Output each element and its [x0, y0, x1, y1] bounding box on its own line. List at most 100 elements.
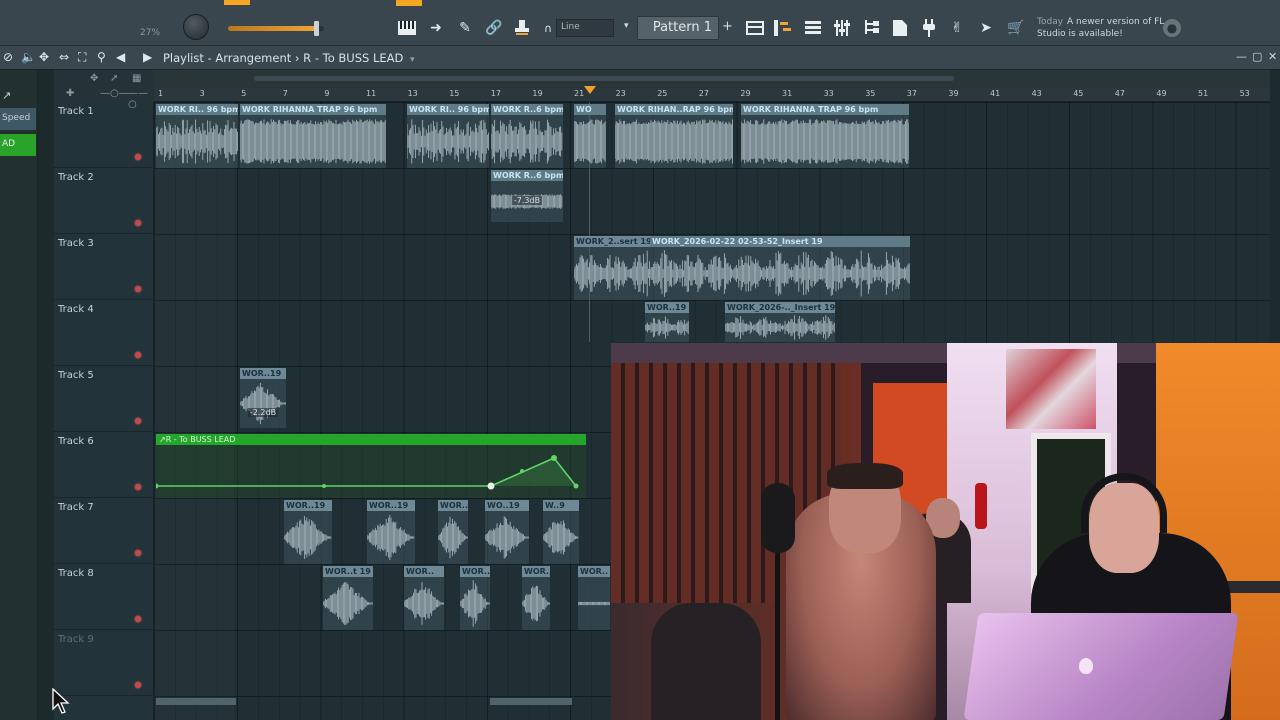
update-notice[interactable]: Today A newer version of FL Studio is ava…: [1037, 16, 1167, 40]
track-record-dot[interactable]: [135, 154, 141, 160]
add-track-icon[interactable]: ✚: [66, 88, 74, 99]
magnet-snap-icon[interactable]: ∩: [538, 18, 558, 38]
close-button[interactable]: ✕: [1268, 50, 1277, 63]
piano-keyboard-icon[interactable]: [397, 18, 417, 38]
playlist-icon[interactable]: [745, 18, 765, 38]
pattern-dropdown-arrow[interactable]: ▾: [624, 21, 629, 31]
scrollbar-thumb[interactable]: [254, 76, 954, 81]
clip-fragment[interactable]: [156, 698, 236, 705]
track-record-dot[interactable]: [135, 682, 141, 688]
audio-clip[interactable]: WO..19: [485, 500, 529, 564]
plugin-plug-icon[interactable]: [919, 18, 939, 38]
audio-clip[interactable]: WORK RIHANNA TRAP 96 bpm: [240, 104, 386, 168]
pencil-tool-icon[interactable]: ↗: [0, 84, 36, 106]
automation-point[interactable]: [573, 483, 579, 489]
track-header-8[interactable]: Track 8: [54, 564, 154, 630]
audio-clip[interactable]: W..9: [543, 500, 579, 564]
automation-point[interactable]: [551, 455, 557, 461]
audio-clip[interactable]: WOR..: [578, 566, 610, 630]
track-record-dot[interactable]: [135, 286, 141, 292]
track-record-dot[interactable]: [135, 220, 141, 226]
arrow-right-icon[interactable]: ➜: [426, 18, 446, 38]
audio-clip[interactable]: WORK R..6 bpm: [491, 104, 563, 168]
track-record-dot[interactable]: [135, 418, 141, 424]
horizontal-scrollbar[interactable]: [154, 70, 1270, 88]
automation-curve[interactable]: [156, 434, 586, 498]
audio-clip[interactable]: WORK R..6 bpm -7.3dB: [491, 170, 563, 222]
automation-point-selected[interactable]: [487, 482, 495, 490]
expand-icon[interactable]: ✥: [90, 73, 98, 84]
mute-icon[interactable]: 🔈: [21, 50, 36, 64]
track-record-dot[interactable]: [135, 352, 141, 358]
project-file-icon[interactable]: [890, 18, 910, 38]
audio-clip[interactable]: WORK RI.. 96 bpm: [407, 104, 489, 168]
audio-clip[interactable]: WOR..: [522, 566, 550, 630]
stamp-icon[interactable]: [512, 18, 532, 38]
audio-clip[interactable]: WOR..19 -2.2dB: [240, 368, 286, 428]
fullscreen-icon[interactable]: ⛶: [78, 50, 86, 65]
channel-rack-icon[interactable]: [803, 18, 823, 38]
pattern-selector[interactable]: Pattern 1: [637, 16, 719, 40]
audio-clip[interactable]: WOR..19: [438, 500, 468, 564]
picker-item-speed[interactable]: Speed: [0, 108, 36, 130]
send-arrow-icon[interactable]: ➤: [976, 18, 996, 38]
add-pattern-button[interactable]: +: [722, 19, 733, 34]
master-volume-thumb[interactable]: [314, 21, 319, 36]
audio-clip[interactable]: WORK_2026-.._Insert 19: [725, 302, 835, 342]
globe-icon[interactable]: ●: [1163, 19, 1181, 37]
link-icon[interactable]: 🔗: [484, 18, 504, 38]
track-header-7[interactable]: Track 7: [54, 498, 154, 564]
automation-point[interactable]: [156, 483, 159, 489]
audio-clip[interactable]: WOR..: [460, 566, 490, 630]
audio-clip[interactable]: WOR..: [404, 566, 444, 630]
audio-clip[interactable]: WO: [574, 104, 606, 168]
track-record-dot[interactable]: [135, 484, 141, 490]
move-icon[interactable]: ✥: [39, 50, 49, 64]
automation-point[interactable]: [520, 469, 524, 473]
picker-item-lead[interactable]: AD: [0, 134, 36, 156]
automation-clip[interactable]: ↗R - To BUSS LEAD: [156, 434, 586, 498]
playlist-target[interactable]: R - To BUSS LEAD: [303, 51, 403, 65]
maximize-button[interactable]: ▢: [1252, 50, 1262, 63]
track-header-3[interactable]: Track 3: [54, 234, 154, 300]
speaker-icon[interactable]: ◀: [116, 50, 125, 64]
automation-point[interactable]: [322, 484, 326, 488]
audio-clip[interactable]: WORK_2..sert 19: [574, 236, 650, 300]
audio-clip[interactable]: WOR..19: [284, 500, 332, 564]
zoom-icon[interactable]: ⚲: [97, 50, 106, 64]
minimize-button[interactable]: —: [1236, 50, 1247, 63]
mixer-icon[interactable]: [832, 18, 852, 38]
playlist-dropdown-arrow[interactable]: ▾: [410, 55, 415, 65]
timeline-ruler[interactable]: 1 3 5 7 9 11 13 15 17 19 21 23 25 27 29 31 33 35 37 39 41 43 4…: [154, 88, 1270, 102]
audio-clip[interactable]: WORK RIHANNA TRAP 96 bpm: [741, 104, 909, 168]
track-header-9[interactable]: Track 9: [54, 630, 154, 696]
clip-fragment[interactable]: [490, 698, 572, 705]
master-pitch-knob[interactable]: [183, 14, 209, 40]
browser-tree-icon[interactable]: [862, 18, 882, 38]
audio-clip[interactable]: WORK_2026-02-22 02-53-52_Insert 19: [650, 236, 910, 300]
track-height-slider[interactable]: —○—: [100, 88, 129, 99]
master-volume-slider[interactable]: [228, 21, 324, 36]
snap-to-grid-icon[interactable]: ⇔: [59, 50, 69, 64]
audio-clip[interactable]: WORK RI.. 96 bpm: [156, 104, 238, 168]
audio-clip[interactable]: WOR..19: [367, 500, 415, 564]
audio-clip[interactable]: WORK RIHAN..RAP 96 bpm: [615, 104, 733, 168]
keyboard-icon[interactable]: ▦: [132, 73, 141, 84]
track-header-4[interactable]: Track 4: [54, 300, 154, 366]
track-header-1[interactable]: Track 1: [54, 102, 154, 168]
no-entry-icon[interactable]: ⊘: [3, 50, 13, 64]
snap-selector[interactable]: Line: [556, 19, 614, 37]
audio-clip[interactable]: WOR..19: [645, 302, 689, 342]
audio-clip[interactable]: WOR..t 19: [323, 566, 373, 630]
playhead-marker[interactable]: [584, 86, 596, 94]
track-header-5[interactable]: Track 5: [54, 366, 154, 432]
pencil-icon[interactable]: ✎: [455, 18, 475, 38]
track-record-dot[interactable]: [135, 550, 141, 556]
track-header-6[interactable]: Track 6: [54, 432, 154, 498]
track-record-dot[interactable]: [135, 616, 141, 622]
touch-hand-icon[interactable]: ✌: [947, 18, 967, 38]
shop-cart-icon[interactable]: 🛒: [1006, 18, 1026, 38]
playlist-play-icon[interactable]: ▶: [143, 50, 152, 64]
diagonal-icon[interactable]: ➚: [110, 73, 118, 84]
track-header-2[interactable]: Track 2: [54, 168, 154, 234]
